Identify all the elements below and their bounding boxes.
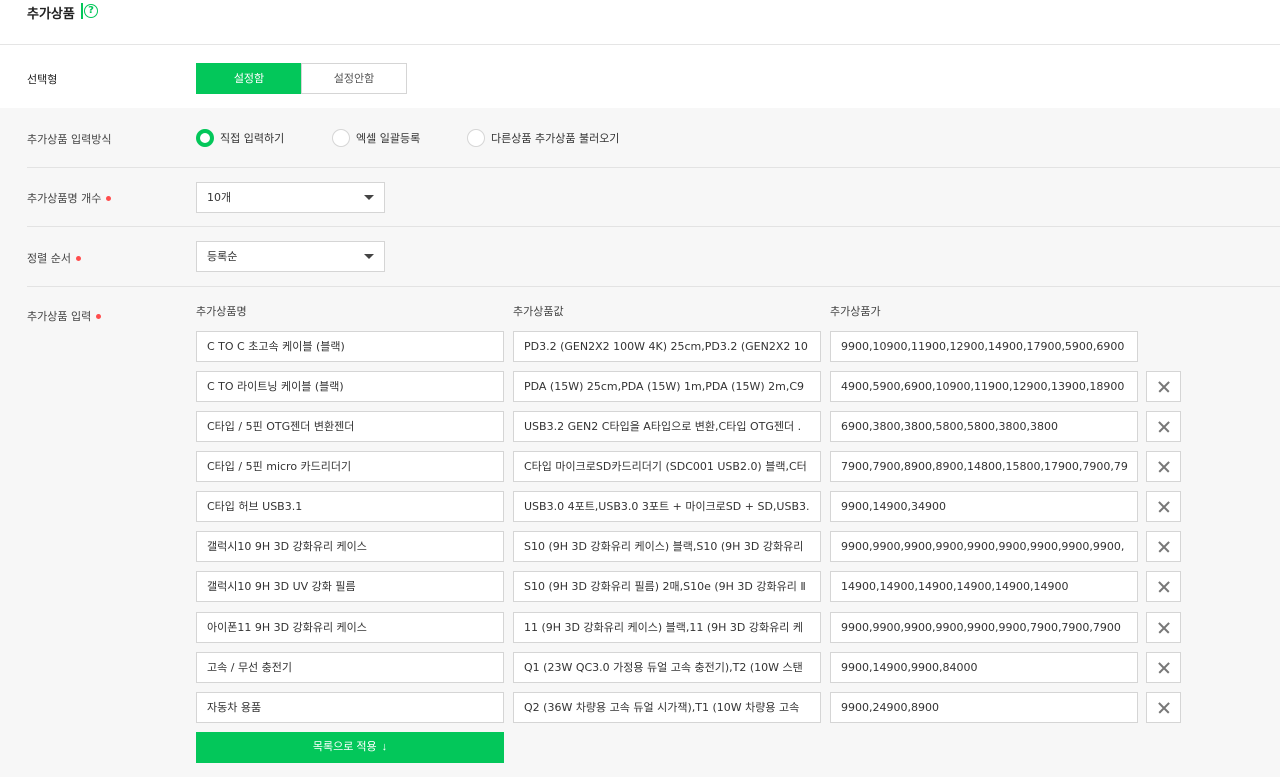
item-name-input[interactable]: 아이폰11 9H 3D 강화유리 케이스 [196,612,504,643]
radio-direct-input-label: 직접 입력하기 [220,132,285,145]
radio-checked-icon [196,129,214,147]
entries-label: 추가상품 입력 [27,308,102,324]
option-disabled-button[interactable]: 설정안함 [301,63,407,94]
title-accent-bar [81,3,83,19]
item-price-input[interactable]: 4900,5900,6900,10900,11900,12900,13900,1… [830,371,1138,402]
sort-label: 정렬 순서 [27,250,81,266]
section-title: 추가상품 [27,7,75,22]
radio-load-other-label: 다른상품 추가상품 불러오기 [491,132,620,145]
section-header: 추가상품 ? [0,0,1280,45]
item-price-input[interactable]: 9900,9900,9900,9900,9900,9900,9900,9900,… [830,531,1138,562]
radio-direct-input[interactable]: 직접 입력하기 [196,129,284,147]
arrow-down-icon: ↓ [381,741,388,753]
radio-unchecked-icon [332,129,350,147]
input-method-label: 추가상품 입력방식 [27,133,112,146]
column-header-value: 추가상품값 [513,305,564,318]
required-dot-icon [96,313,102,319]
item-value-input[interactable]: S10 (9H 3D 강화유리 케이스) 블랙,S10 (9H 3D 강화유리 [513,531,821,562]
delete-row-button[interactable] [1146,371,1181,402]
divider [27,167,1280,168]
count-select-value: 10개 [207,191,232,204]
count-label: 추가상품명 개수 [27,190,112,206]
delete-row-button[interactable] [1146,451,1181,482]
item-price-input[interactable]: 6900,3800,3800,5800,5800,3800,3800 [830,411,1138,442]
radio-excel-upload[interactable]: 엑셀 일괄등록 [332,129,420,147]
delete-row-button[interactable] [1146,491,1181,522]
item-name-input[interactable]: C타입 / 5핀 OTG젠더 변환젠더 [196,411,504,442]
item-name-input[interactable]: C TO 라이트닝 케이블 (블랙) [196,371,504,402]
count-select[interactable]: 10개 [196,182,385,213]
apply-button-label: 목록으로 적용 [312,741,377,753]
item-name-input[interactable]: 갤럭시10 9H 3D UV 강화 필름 [196,571,504,602]
required-dot-icon [106,195,112,201]
item-price-input[interactable]: 9900,14900,9900,84000 [830,652,1138,683]
delete-row-button[interactable] [1146,531,1181,562]
radio-load-other[interactable]: 다른상품 추가상품 불러오기 [467,129,619,147]
caret-down-icon [364,195,374,200]
item-value-input[interactable]: PD3.2 (GEN2X2 100W 4K) 25cm,PD3.2 (GEN2X… [513,331,821,362]
item-name-input[interactable]: C타입 / 5핀 micro 카드리더기 [196,451,504,482]
item-price-input[interactable]: 7900,7900,8900,8900,14800,15800,17900,79… [830,451,1138,482]
item-value-input[interactable]: S10 (9H 3D 강화유리 필름) 2매,S10e (9H 3D 강화유리 … [513,571,821,602]
item-value-input[interactable]: USB3.2 GEN2 C타입을 A타입으로 변환,C타입 OTG젠더 . [513,411,821,442]
item-price-input[interactable]: 9900,9900,9900,9900,9900,9900,7900,7900,… [830,612,1138,643]
delete-row-button[interactable] [1146,571,1181,602]
item-name-input[interactable]: 자동차 용품 [196,692,504,723]
item-value-input[interactable]: PDA (15W) 25cm,PDA (15W) 1m,PDA (15W) 2m… [513,371,821,402]
item-value-input[interactable]: USB3.0 4포트,USB3.0 3포트 + 마이크로SD + SD,USB3… [513,491,821,522]
delete-row-button[interactable] [1146,411,1181,442]
item-price-input[interactable]: 9900,24900,8900 [830,692,1138,723]
caret-down-icon [364,254,374,259]
item-value-input[interactable]: 11 (9H 3D 강화유리 케이스) 블랙,11 (9H 3D 강화유리 케 [513,612,821,643]
divider [27,226,1280,227]
item-price-input[interactable]: 9900,10900,11900,12900,14900,17900,5900,… [830,331,1138,362]
item-name-input[interactable]: C TO C 초고속 케이블 (블랙) [196,331,504,362]
sort-select-value: 등록순 [207,250,238,263]
option-enabled-button[interactable]: 설정함 [196,63,302,94]
column-header-name: 추가상품명 [196,305,247,318]
sort-select[interactable]: 등록순 [196,241,385,272]
question-circle-icon[interactable]: ? [84,4,98,18]
item-value-input[interactable]: Q1 (23W QC3.0 가정용 듀얼 고속 충전기),T2 (10W 스탠 [513,652,821,683]
radio-unchecked-icon [467,129,485,147]
divider [27,286,1280,287]
delete-row-button[interactable] [1146,612,1181,643]
column-header-price: 추가상품가 [830,305,881,318]
item-value-input[interactable]: Q2 (36W 차량용 고속 듀얼 시가잭),T1 (10W 차량용 고속 [513,692,821,723]
selection-type-label: 선택형 [27,73,58,86]
delete-row-button[interactable] [1146,692,1181,723]
item-price-input[interactable]: 14900,14900,14900,14900,14900,14900 [830,571,1138,602]
selection-type-row [0,45,1280,108]
item-price-input[interactable]: 9900,14900,34900 [830,491,1138,522]
delete-row-button[interactable] [1146,652,1181,683]
item-name-input[interactable]: 고속 / 무선 충전기 [196,652,504,683]
item-name-input[interactable]: 갤럭시10 9H 3D 강화유리 케이스 [196,531,504,562]
item-value-input[interactable]: C타입 마이크로SD카드리더기 (SDC001 USB2.0) 블랙,C터 [513,451,821,482]
radio-excel-upload-label: 엑셀 일괄등록 [356,132,421,145]
item-name-input[interactable]: C타입 허브 USB3.1 [196,491,504,522]
required-dot-icon [75,255,81,261]
apply-to-list-button[interactable]: 목록으로 적용 ↓ [196,732,504,763]
